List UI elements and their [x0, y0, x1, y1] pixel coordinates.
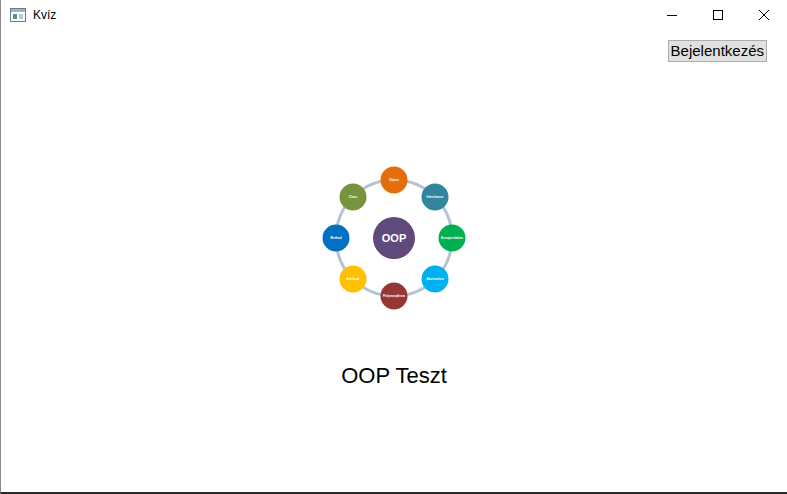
diagram-ring — [336, 180, 452, 296]
close-button[interactable] — [741, 0, 787, 30]
diagram-svg: OOP Object Inheritance Encapsulation Abstrac… — [314, 158, 474, 318]
concept-label: Method — [330, 236, 341, 240]
maximize-icon — [713, 10, 723, 20]
concept-node — [422, 184, 449, 211]
concept-label: Polymorphism — [383, 294, 405, 298]
concept-node — [422, 266, 449, 293]
oop-diagram: OOP Object Inheritance Encapsulation Abstrac… — [314, 158, 474, 318]
window-title: Kvíz — [33, 6, 56, 24]
concept-label: Abstraction — [426, 277, 444, 281]
app-window: Kvíz Bejelentkezés OOP Object Inheritance E… — [0, 0, 787, 494]
concept-node — [381, 283, 408, 310]
concept-node — [323, 225, 350, 252]
concept-label: Attribute — [346, 277, 360, 281]
minimize-icon — [667, 10, 677, 20]
concept-label: Inheritance — [426, 195, 443, 199]
title-bar: Kvíz — [1, 0, 787, 30]
login-button[interactable]: Bejelentkezés — [668, 40, 767, 62]
app-icon — [10, 8, 26, 22]
center-node — [373, 217, 415, 259]
concept-node — [381, 167, 408, 194]
concept-node — [439, 225, 466, 252]
close-icon — [759, 10, 769, 20]
concept-label: Class — [349, 195, 358, 199]
quiz-title: OOP Teszt — [341, 362, 447, 390]
concept-label: Encapsulation — [441, 236, 463, 240]
concept-label: Object — [389, 178, 400, 182]
concept-node — [340, 266, 367, 293]
concept-node — [340, 184, 367, 211]
content: Bejelentkezés OOP Object Inheritance Encaps… — [1, 30, 787, 492]
center-label: OOP — [382, 232, 406, 244]
maximize-button[interactable] — [695, 0, 741, 30]
minimize-button[interactable] — [649, 0, 695, 30]
